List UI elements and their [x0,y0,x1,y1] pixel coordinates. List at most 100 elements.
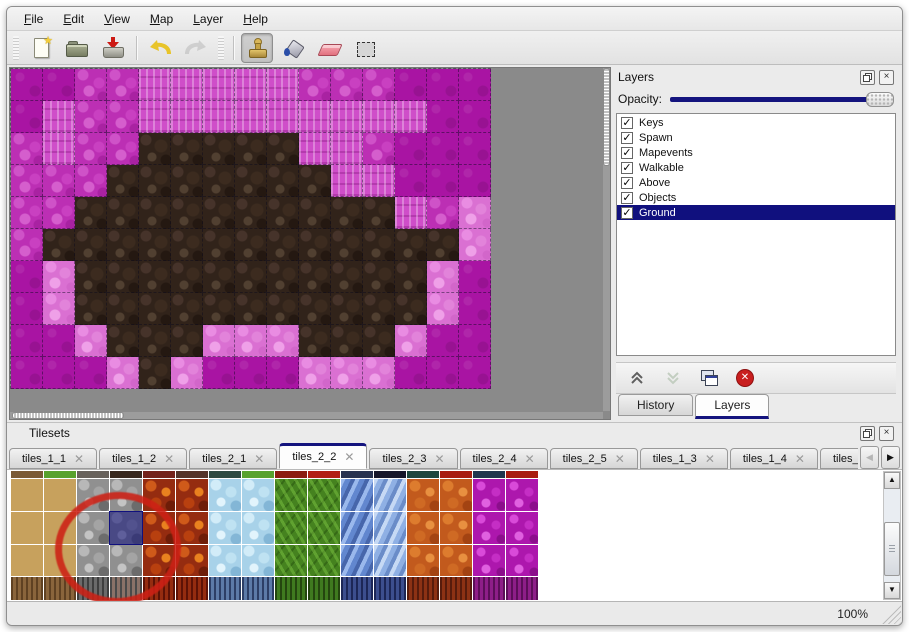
scroll-down-icon[interactable]: ▼ [884,582,900,599]
map-tile[interactable] [267,293,299,325]
map-tile[interactable] [171,133,203,165]
tab-close-icon[interactable]: ✕ [525,454,535,464]
tileset-tile[interactable] [407,512,439,544]
map-tile[interactable] [107,69,139,101]
map-tile[interactable] [267,165,299,197]
float-panel-icon[interactable] [860,70,875,85]
map-tile[interactable] [43,101,75,133]
tileset-tile[interactable] [44,471,76,478]
map-tile[interactable] [203,261,235,293]
map-tile[interactable] [427,229,459,261]
tab-layers[interactable]: Layers [695,394,769,419]
tileset-tile[interactable] [275,577,307,600]
map-tile[interactable] [107,325,139,357]
tileset-tile[interactable] [341,479,373,511]
map-tile[interactable] [395,229,427,261]
save-tool-button[interactable] [97,33,129,63]
map-tile[interactable] [331,325,363,357]
tileset-tile[interactable] [176,479,208,511]
map-tile[interactable] [267,229,299,261]
map-tile[interactable] [299,325,331,357]
map-tile[interactable] [395,165,427,197]
opacity-slider-handle[interactable] [866,92,894,107]
map-tile[interactable] [459,293,491,325]
map-tile[interactable] [363,133,395,165]
map-tile[interactable] [395,101,427,133]
tileset-tile[interactable] [506,471,538,478]
map-vertical-scrollbar[interactable] [603,68,610,411]
map-tile[interactable] [235,165,267,197]
tileset-tile[interactable] [308,545,340,576]
map-tile[interactable] [459,69,491,101]
raise-layer-button[interactable] [626,367,648,389]
map-tile[interactable] [139,293,171,325]
map-tile[interactable] [395,357,427,389]
map-tile[interactable] [459,165,491,197]
map-tile[interactable] [43,357,75,389]
map-tile[interactable] [107,197,139,229]
tileset-tile[interactable] [407,577,439,600]
map-tile[interactable] [267,69,299,101]
map-tile[interactable] [171,261,203,293]
layer-visibility-checkbox[interactable]: ✓ [621,147,633,159]
menu-view[interactable]: View [95,10,139,28]
layer-row-objects[interactable]: ✓Objects [617,190,895,205]
map-tile[interactable] [107,101,139,133]
toolbar-grip[interactable] [13,36,19,60]
map-tile[interactable] [299,69,331,101]
layer-row-mapevents[interactable]: ✓Mapevents [617,145,895,160]
map-tile[interactable] [235,293,267,325]
tab-close-icon[interactable]: ✕ [795,454,805,464]
map-tile[interactable] [395,69,427,101]
map-tile[interactable] [75,293,107,325]
map-tile[interactable] [43,133,75,165]
tileset-tile[interactable] [308,577,340,600]
map-tile[interactable] [75,357,107,389]
map-tile[interactable] [171,357,203,389]
map-tile[interactable] [75,69,107,101]
tileset-tile[interactable] [440,471,472,478]
map-tile[interactable] [299,357,331,389]
undo-tool-button[interactable] [144,33,176,63]
tileset-tile[interactable] [308,471,340,478]
map-tile[interactable] [395,197,427,229]
tileset-tile[interactable] [407,545,439,576]
tab-scroll-left-button[interactable]: ◀ [860,446,879,469]
map-tile[interactable] [267,357,299,389]
map-tile[interactable] [299,197,331,229]
map-tile[interactable] [43,229,75,261]
tileset-tile[interactable] [473,471,505,478]
tileset-tab-tiles_2_1[interactable]: tiles_2_1✕ [189,448,277,469]
map-tile[interactable] [267,261,299,293]
tileset-tile[interactable] [374,512,406,544]
tileset-tile[interactable] [341,577,373,600]
open-tool-button[interactable] [61,33,93,63]
tileset-tile[interactable] [341,471,373,478]
layer-visibility-checkbox[interactable]: ✓ [621,117,633,129]
menu-help[interactable]: Help [234,10,277,28]
map-tile[interactable] [331,357,363,389]
map-tile[interactable] [235,69,267,101]
map-tile[interactable] [427,261,459,293]
map-tile[interactable] [139,197,171,229]
layer-row-ground[interactable]: ✓Ground [617,205,895,220]
tileset-tile[interactable] [11,545,43,576]
map-vscroll-thumb[interactable] [603,68,610,166]
map-tile[interactable] [427,325,459,357]
tileset-tile[interactable] [506,545,538,576]
lower-layer-button[interactable] [662,367,684,389]
map-tile[interactable] [43,69,75,101]
tileset-tile[interactable] [11,512,43,544]
tileset-tile[interactable] [110,471,142,478]
toolbar-grip[interactable] [218,36,224,60]
close-panel-icon[interactable]: × [879,426,894,441]
layer-visibility-checkbox[interactable]: ✓ [621,162,633,174]
tileset-tab-tiles_1_2[interactable]: tiles_1_2✕ [99,448,187,469]
map-tile[interactable] [299,293,331,325]
tileset-tile[interactable] [308,479,340,511]
map-tile[interactable] [331,165,363,197]
tab-close-icon[interactable]: ✕ [254,454,264,464]
map-tile[interactable] [11,133,43,165]
map-tile[interactable] [11,229,43,261]
map-tile[interactable] [75,197,107,229]
